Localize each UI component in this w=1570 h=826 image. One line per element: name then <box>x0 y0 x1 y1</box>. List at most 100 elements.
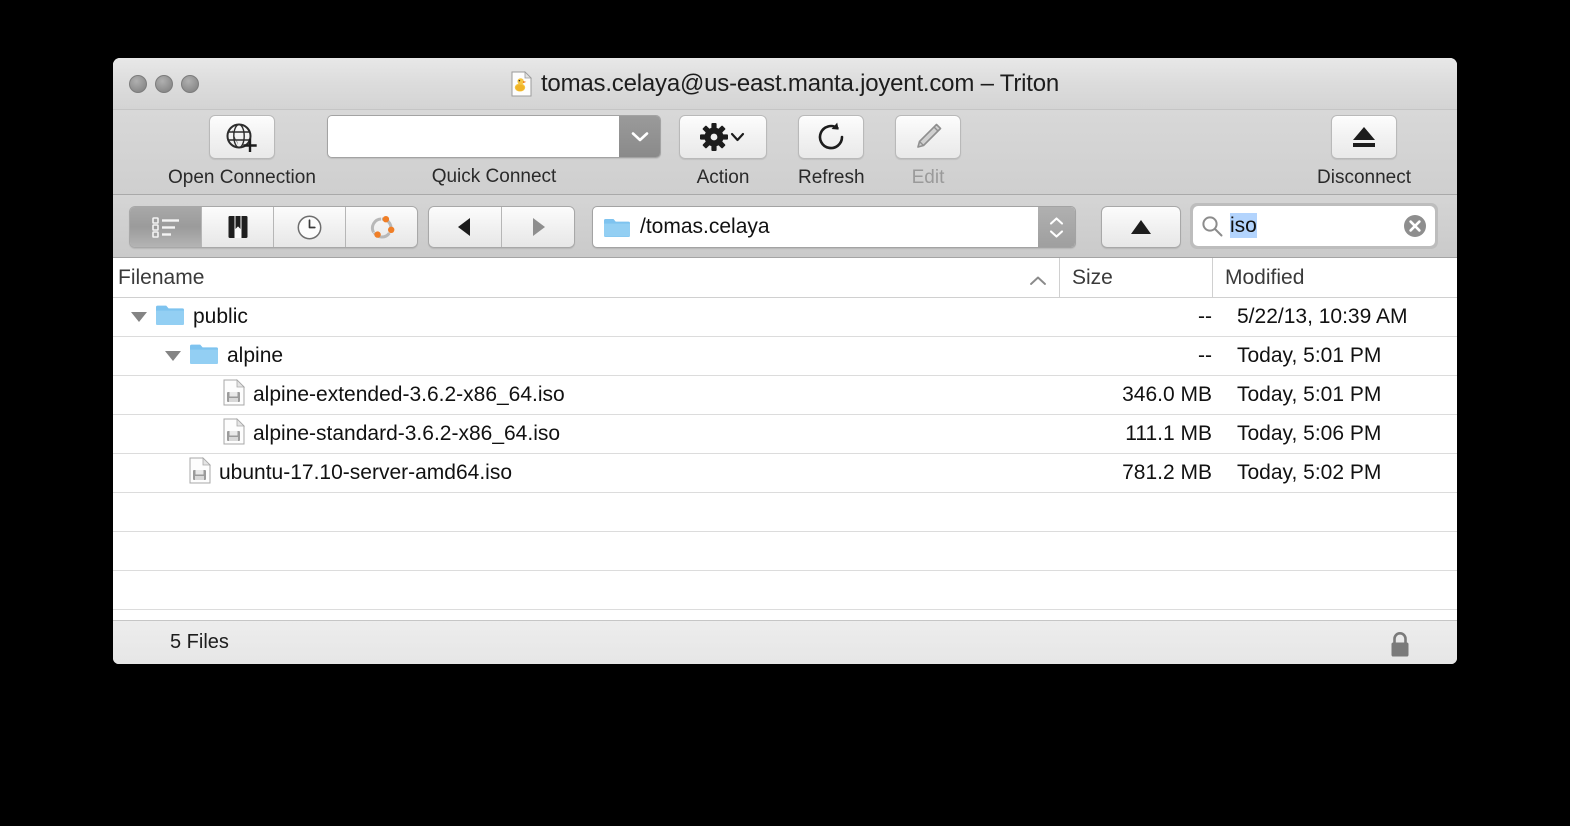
action-item: Action <box>679 115 767 189</box>
disk-image-file-icon <box>189 456 211 490</box>
title-container: tomas.celaya@us-east.manta.joyent.com – … <box>113 70 1457 98</box>
forward-button[interactable] <box>502 207 574 247</box>
filename-label: alpine <box>227 344 284 367</box>
cell-size: -- <box>1198 305 1212 328</box>
parent-directory-button[interactable] <box>1101 206 1181 248</box>
cell-modified: Today, 5:06 PM <box>1237 422 1382 445</box>
navigation-bar: /tomas.celaya iso <box>113 195 1457 258</box>
edit-label: Edit <box>911 167 945 188</box>
sort-indicator-icon <box>1027 270 1049 294</box>
folder-icon <box>155 303 185 332</box>
refresh-label: Refresh <box>798 167 865 188</box>
back-button[interactable] <box>429 207 502 247</box>
view-history-button[interactable] <box>274 207 346 247</box>
cell-size: 111.1 MB <box>1125 422 1212 445</box>
edit-item: Edit <box>895 115 961 189</box>
main-toolbar: Open Connection Quick Connect Action Ref… <box>113 110 1457 195</box>
column-header-size[interactable]: Size <box>1059 258 1212 297</box>
padlock-locked-icon[interactable] <box>1387 630 1413 664</box>
cell-size: 781.2 MB <box>1122 461 1212 484</box>
cell-modified: 5/22/13, 10:39 AM <box>1237 305 1408 328</box>
refresh-item: Refresh <box>798 115 865 189</box>
filename-label: alpine-standard-3.6.2-x86_64.iso <box>253 422 561 445</box>
open-connection-item: Open Connection <box>168 115 316 189</box>
disclosure-triangle-down-icon[interactable] <box>131 312 147 322</box>
quick-connect-dropdown-button[interactable] <box>619 116 660 157</box>
path-stepper[interactable] <box>1038 207 1075 247</box>
column-header-size-label: Size <box>1072 265 1113 289</box>
file-list-body[interactable]: public -- 5/22/13, 10:39 AM alpine -- Today, … <box>113 298 1457 620</box>
cell-size: 346.0 MB <box>1122 383 1212 406</box>
table-row[interactable]: alpine-standard-3.6.2-x86_64.iso 111.1 MB… <box>113 415 1457 454</box>
clear-circle-icon[interactable] <box>1402 213 1428 239</box>
cell-filename: public <box>113 303 1085 332</box>
eject-icon <box>1353 127 1375 147</box>
filename-label: alpine-extended-3.6.2-x86_64.iso <box>253 383 565 406</box>
back-arrow-icon <box>458 218 470 236</box>
search-field[interactable]: iso <box>1193 206 1435 246</box>
column-header-modified-label: Modified <box>1225 265 1305 289</box>
empty-row[interactable] <box>113 571 1457 610</box>
open-connection-label: Open Connection <box>168 167 316 188</box>
column-header-modified[interactable]: Modified <box>1212 258 1457 297</box>
cyberduck-browser-window: tomas.celaya@us-east.manta.joyent.com – … <box>113 58 1457 664</box>
disclosure-triangle-down-icon[interactable] <box>165 351 181 361</box>
view-browser-button[interactable] <box>130 207 202 247</box>
disk-image-file-icon <box>223 378 245 412</box>
table-row[interactable]: alpine -- Today, 5:01 PM <box>113 337 1457 376</box>
filename-label: ubuntu-17.10-server-amd64.iso <box>219 461 512 484</box>
empty-row[interactable] <box>113 610 1457 620</box>
cell-filename: alpine <box>113 342 1085 371</box>
column-header-filename[interactable]: Filename <box>113 266 1059 290</box>
empty-row[interactable] <box>113 532 1457 571</box>
quick-connect-label: Quick Connect <box>431 166 557 187</box>
filename-label: public <box>193 305 248 328</box>
pencil-icon <box>917 123 942 148</box>
cell-modified: Today, 5:01 PM <box>1237 344 1382 367</box>
cell-modified: Today, 5:02 PM <box>1237 461 1382 484</box>
window-title: tomas.celaya@us-east.manta.joyent.com – … <box>540 70 1060 97</box>
list-view-icon <box>151 217 179 238</box>
quick-connect-input[interactable] <box>328 116 619 157</box>
chevron-down-icon <box>631 132 648 142</box>
forward-arrow-icon <box>533 218 545 236</box>
search-input-text[interactable]: iso <box>1230 213 1396 238</box>
globe-plus-icon <box>226 123 257 152</box>
view-bookmarks-button[interactable] <box>202 207 274 247</box>
current-path: /tomas.celaya <box>640 215 770 238</box>
quick-connect-combo[interactable] <box>327 115 661 158</box>
title-bar: tomas.celaya@us-east.manta.joyent.com – … <box>113 58 1457 110</box>
cell-filename: alpine-standard-3.6.2-x86_64.iso <box>113 417 1085 451</box>
path-label-container: /tomas.celaya <box>593 215 1038 239</box>
clock-icon <box>297 215 322 239</box>
cell-filename: ubuntu-17.10-server-amd64.iso <box>113 456 1085 490</box>
action-button[interactable] <box>679 115 767 159</box>
cyberduck-document-icon[interactable] <box>511 71 532 97</box>
search-icon <box>1202 216 1223 237</box>
disconnect-button[interactable] <box>1331 115 1397 159</box>
up-triangle-icon <box>1131 220 1151 234</box>
gear-icon <box>700 123 745 151</box>
cell-filename: alpine-extended-3.6.2-x86_64.iso <box>113 378 1085 412</box>
open-connection-button[interactable] <box>208 115 275 159</box>
table-row[interactable]: public -- 5/22/13, 10:39 AM <box>113 298 1457 337</box>
bookmark-book-icon <box>228 216 247 238</box>
network-nodes-icon <box>370 216 394 239</box>
file-list-header: Filename Size Modified <box>113 258 1457 298</box>
search-selected-text: iso <box>1230 213 1257 238</box>
table-row[interactable]: ubuntu-17.10-server-amd64.iso 781.2 MB Tod… <box>113 454 1457 493</box>
path-popup-button[interactable]: /tomas.celaya <box>592 206 1076 248</box>
empty-row[interactable] <box>113 493 1457 532</box>
disk-image-file-icon <box>223 417 245 451</box>
view-connections-button[interactable] <box>346 207 417 247</box>
status-bar: 5 Files <box>113 620 1457 664</box>
refresh-button[interactable] <box>798 115 865 159</box>
chevron-down-icon <box>1049 229 1064 238</box>
column-header-filename-label: Filename <box>118 265 205 289</box>
table-row[interactable]: alpine-extended-3.6.2-x86_64.iso 346.0 MB… <box>113 376 1457 415</box>
search-field-focus-ring: iso <box>1190 203 1438 249</box>
edit-button[interactable] <box>895 115 961 159</box>
quick-connect-item: Quick Connect <box>327 115 661 188</box>
view-mode-segmented-control <box>129 206 418 248</box>
disconnect-label: Disconnect <box>1317 167 1411 188</box>
